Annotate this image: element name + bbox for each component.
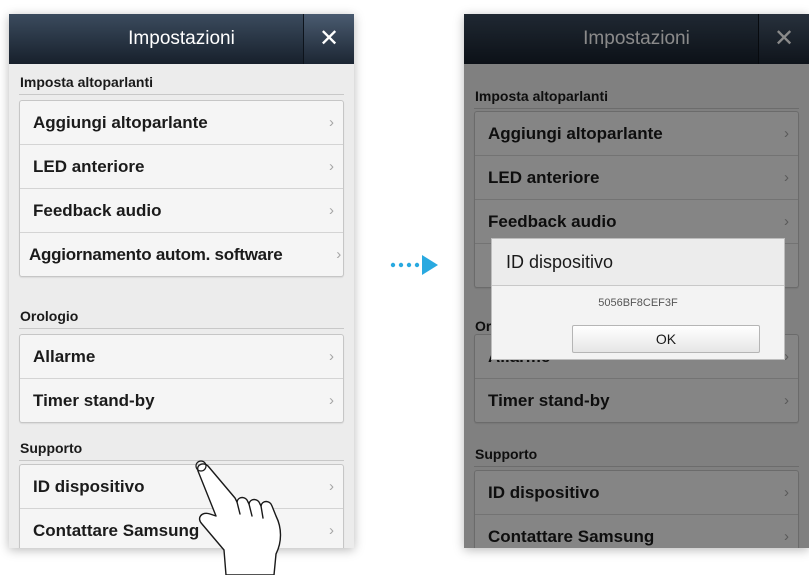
item-label: Timer stand-by xyxy=(33,391,155,410)
ok-button[interactable]: OK xyxy=(572,325,760,353)
device-id-dialog: ID dispositivo 5056BF8CEF3F OK xyxy=(491,238,785,360)
group-support: ID dispositivo › Contattare Samsung › xyxy=(19,464,344,548)
group-speakers: Aggiungi altoparlante › LED anteriore › Fe… xyxy=(19,100,344,277)
transition-arrow-icon xyxy=(390,255,438,275)
item-label: Aggiornamento autom. software xyxy=(29,245,283,264)
chevron-right-icon: › xyxy=(329,114,334,131)
list-item-device-id[interactable]: ID dispositivo › xyxy=(20,465,343,509)
chevron-right-icon: › xyxy=(329,478,334,495)
settings-screen-before: Impostazioni ✕ Imposta altoparlanti Aggi… xyxy=(9,14,354,548)
dialog-title: ID dispositivo xyxy=(492,239,784,286)
section-divider xyxy=(19,328,344,329)
close-button[interactable]: ✕ xyxy=(303,14,354,64)
chevron-right-icon: › xyxy=(329,348,334,365)
section-divider xyxy=(19,94,344,95)
section-header-speakers: Imposta altoparlanti xyxy=(20,74,154,90)
page-title: Impostazioni xyxy=(128,28,235,49)
list-item-standby-timer[interactable]: Timer stand-by › xyxy=(20,379,343,422)
item-label: LED anteriore xyxy=(33,157,145,176)
chevron-right-icon: › xyxy=(336,246,341,263)
list-item-contact-samsung[interactable]: Contattare Samsung › xyxy=(20,509,343,548)
settings-screen-after: Impostazioni ✕ Imposta altoparlanti Aggi… xyxy=(464,14,809,548)
close-icon: ✕ xyxy=(318,25,340,52)
section-header-clock: Orologio xyxy=(20,308,79,324)
list-item-front-led[interactable]: LED anteriore › xyxy=(20,145,343,189)
item-label: Allarme xyxy=(33,347,96,366)
list-item-audio-feedback[interactable]: Feedback audio › xyxy=(20,189,343,233)
section-header-support: Supporto xyxy=(20,440,83,456)
item-label: ID dispositivo xyxy=(33,477,145,496)
device-id-value: 5056BF8CEF3F xyxy=(598,297,678,309)
tap-hand-icon xyxy=(195,460,282,575)
list-item-alarm[interactable]: Allarme › xyxy=(20,335,343,379)
item-label: Aggiungi altoparlante xyxy=(33,113,208,132)
chevron-right-icon: › xyxy=(329,522,334,539)
item-label: Feedback audio xyxy=(33,201,162,220)
group-clock: Allarme › Timer stand-by › xyxy=(19,334,344,423)
chevron-right-icon: › xyxy=(329,392,334,409)
list-item-auto-update[interactable]: Aggiornamento autom. software › xyxy=(20,233,343,276)
settings-list: Imposta altoparlanti Aggiungi altoparlan… xyxy=(9,64,354,548)
chevron-right-icon: › xyxy=(329,158,334,175)
item-label: Contattare Samsung xyxy=(33,521,200,540)
chevron-right-icon: › xyxy=(329,202,334,219)
list-item-add-speaker[interactable]: Aggiungi altoparlante › xyxy=(20,101,343,145)
title-bar: Impostazioni ✕ xyxy=(9,14,354,64)
section-divider xyxy=(19,460,344,461)
